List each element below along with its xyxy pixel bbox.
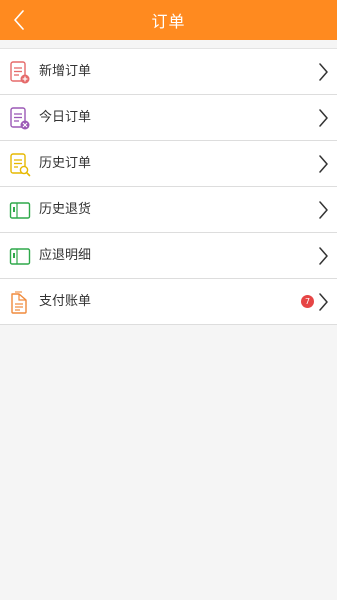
chevron-right-icon bbox=[319, 293, 328, 311]
menu-item-label: 支付账单 bbox=[39, 294, 92, 309]
menu-item-label: 历史退货 bbox=[39, 202, 92, 217]
menu-item-label: 今日订单 bbox=[39, 110, 92, 125]
menu-item-refund-detail[interactable]: 应退明细 bbox=[0, 233, 337, 279]
page-title: 订单 bbox=[151, 12, 186, 31]
chevron-right-icon bbox=[319, 155, 328, 173]
menu-item-payment-bill[interactable]: 支付账单 7 bbox=[0, 279, 337, 325]
bill-icon bbox=[11, 291, 27, 314]
menu-item-today-order[interactable]: 今日订单 bbox=[0, 95, 337, 141]
chevron-right-icon bbox=[319, 63, 328, 81]
chevron-right-icon bbox=[319, 109, 328, 127]
menu-item-order-history[interactable]: 历史订单 bbox=[0, 141, 337, 187]
chevron-left-icon bbox=[14, 10, 24, 30]
return-history-icon bbox=[9, 202, 31, 219]
menu-item-label: 新增订单 bbox=[39, 64, 92, 79]
back-button[interactable] bbox=[4, 0, 34, 40]
menu-item-return-history[interactable]: 历史退货 bbox=[0, 187, 337, 233]
menu-item-new-order[interactable]: 新增订单 bbox=[0, 49, 337, 95]
refund-detail-icon bbox=[9, 248, 31, 265]
menu-item-label: 历史订单 bbox=[39, 156, 92, 171]
notification-badge: 7 bbox=[301, 295, 314, 308]
menu-item-label: 应退明细 bbox=[39, 248, 92, 263]
order-menu-list: 新增订单 今日订单 历史订单 历史退货 应退明细 支付账单 7 bbox=[0, 48, 337, 325]
chevron-right-icon bbox=[319, 247, 328, 265]
chevron-right-icon bbox=[319, 201, 328, 219]
top-bar: 订单 bbox=[0, 0, 337, 40]
order-history-search-icon bbox=[10, 153, 31, 177]
order-add-icon bbox=[10, 61, 30, 84]
order-today-icon bbox=[10, 107, 30, 130]
